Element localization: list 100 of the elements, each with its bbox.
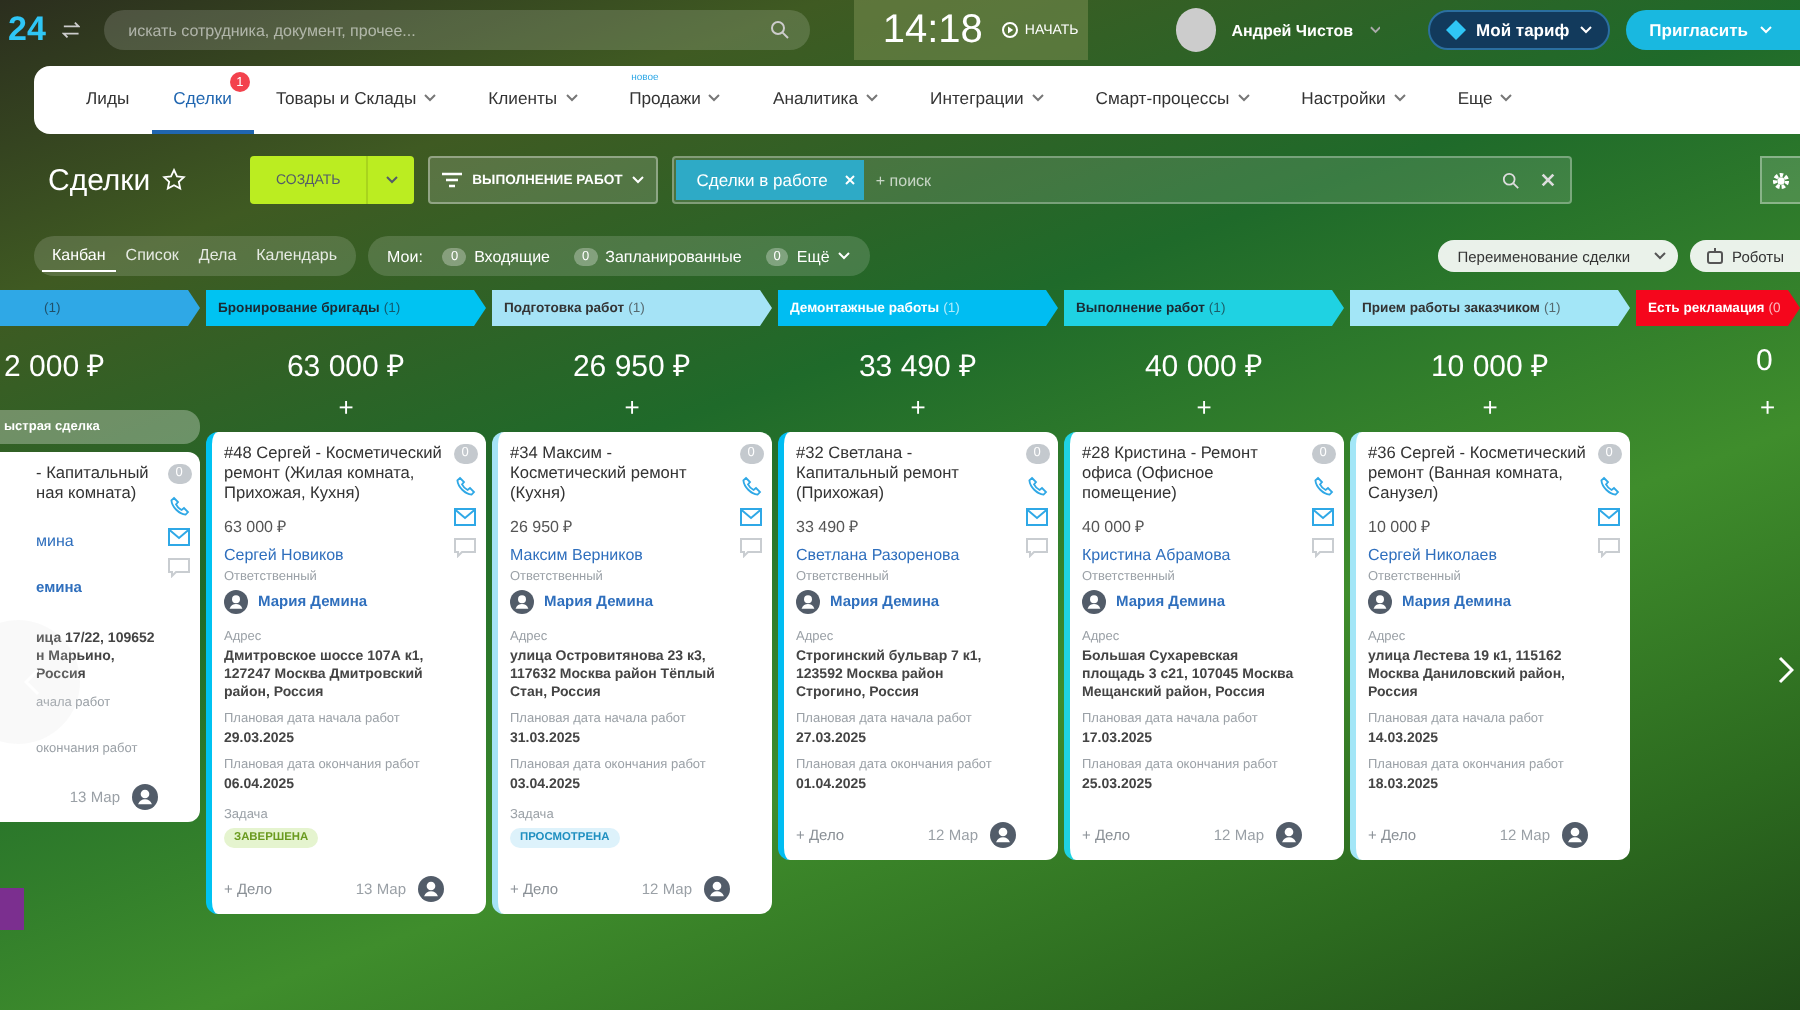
add-deal-button[interactable]: + [1350,392,1630,424]
deal-card[interactable] [206,432,486,915]
phone-icon[interactable] [1599,476,1619,496]
deal-title[interactable]: #36 Сергей - Косметический ремонт (Ванная комната, Санузел) [1368,444,1588,504]
mail-icon[interactable] [454,508,476,526]
client-link[interactable]: Максим Верников [510,545,730,564]
view-tab[interactable]: Дела [188,240,247,272]
deal-title[interactable]: - Капитальный ная комната) [36,464,158,504]
add-deal-button[interactable]: + [492,392,772,424]
add-deal-button[interactable]: + [778,392,1058,424]
view-tab[interactable]: Список [115,240,189,272]
user-icon [704,876,730,903]
user-avatar[interactable] [1175,8,1216,52]
phone-icon[interactable] [1027,476,1047,496]
deal-card[interactable] [492,432,772,915]
mail-icon[interactable] [1312,508,1334,526]
caret-icon [708,94,721,102]
search-input[interactable]: + поиск [871,169,1495,191]
user-icon [1562,822,1588,849]
deal-title[interactable]: #48 Сергей - Косметический ремонт (Жилая комната, Прихожая, Кухня) [224,444,444,504]
user-icon [990,822,1016,849]
client-link[interactable]: мина [36,531,158,550]
user-icon [1082,589,1106,614]
chat-icon[interactable] [1598,538,1620,558]
user-icon [1276,822,1302,849]
add-deal-button[interactable]: + [1636,392,1800,424]
star-icon[interactable] [162,168,187,192]
mail-icon[interactable] [740,508,762,526]
plan-button[interactable]: Мой тариф [1428,10,1610,50]
logo[interactable]: 24 [8,10,46,50]
search-icon [770,20,791,40]
clear-icon[interactable] [1540,172,1557,188]
deal-amount: 33 490 ₽ [796,515,862,536]
search-icon[interactable] [1502,171,1521,189]
mail-icon[interactable] [1598,508,1620,526]
caret-icon [1500,94,1513,102]
add-deal-button[interactable]: + [1064,392,1344,424]
deal-card[interactable] [1350,432,1630,861]
scroll-right-button[interactable] [1776,652,1796,688]
deal-amount: 10 000 ₽ [1368,515,1434,536]
chat-icon[interactable] [1026,538,1048,558]
caret-icon [424,94,437,102]
stage-total: 40 000 ₽ [1142,348,1266,384]
nav-tab[interactable]: Аналитика [750,66,901,134]
client-link[interactable]: Сергей Новиков [224,545,444,564]
filter-tag[interactable]: Сделки в работе [676,160,864,200]
client-link[interactable]: Светлана Разоренова [796,545,1016,564]
phone-icon[interactable] [1313,476,1333,496]
swap-icon[interactable] [61,20,81,40]
caret-icon [565,94,578,102]
stage-total: 10 000 ₽ [1428,348,1552,384]
settings-button[interactable] [1760,156,1800,204]
client-link[interactable]: Кристина Абрамова [1082,545,1302,564]
caret-icon [866,94,879,102]
nav-tab[interactable]: Настройки [1279,66,1428,134]
stage-total: 2 000 ₽ [2,348,108,384]
mail-icon[interactable] [1026,508,1048,526]
deal-amount: 63 000 ₽ [224,515,290,536]
chat-icon[interactable] [454,538,476,558]
close-icon[interactable] [843,174,856,186]
stage-total: 33 490 ₽ [856,348,980,384]
caret-icon [1393,94,1406,102]
nav-tab[interactable]: Товары и Склады [253,66,459,134]
user-icon [418,876,444,903]
phone-icon[interactable] [741,476,761,496]
chevron-right-icon [1778,656,1794,684]
add-deal-button[interactable]: + [206,392,486,424]
nav-tab[interactable]: Клиенты [466,66,600,134]
deal-title[interactable]: #34 Максим - Косметический ремонт (Кухня) [510,444,730,504]
phone-icon[interactable] [169,496,189,516]
mail-icon[interactable] [168,528,190,546]
caret-icon [385,176,398,184]
caret-icon [837,252,850,260]
page-title: Сделки [48,163,151,197]
chat-icon[interactable] [740,538,762,558]
deal-title[interactable]: #28 Кристина - Ремонт офиса (Офисное помещение) [1082,444,1302,504]
client-link[interactable]: Сергей Николаев [1368,545,1588,564]
caret-icon [1237,94,1250,102]
deal-card[interactable] [1064,432,1344,861]
view-tab[interactable]: Канбан [42,240,116,272]
phone-icon[interactable] [455,476,475,496]
view-tab[interactable]: Календарь [246,240,348,272]
counters-label: Мои: [385,247,425,265]
deal-title[interactable]: #32 Светлана - Капитальный ремонт (Прихожая) [796,444,1016,504]
nav-tab[interactable]: Смарт-процессы [1073,66,1272,134]
clock-time: 14:18 [882,7,983,53]
nav-tab[interactable]: Еще [1435,66,1535,134]
play-icon [1002,22,1019,38]
chat-icon[interactable] [1312,538,1334,558]
deal-card[interactable] [778,432,1058,861]
search-input[interactable]: искать сотрудника, документ, прочее... [124,19,771,41]
chat-icon[interactable] [168,558,190,578]
deal-amount: 26 950 ₽ [510,515,576,536]
filter-search-field[interactable]: Сделки в работе + поиск [672,156,1573,204]
nav-tab[interactable]: Интеграции [908,66,1066,134]
user-name[interactable]: Андрей Чистов [1231,21,1354,39]
search-field[interactable]: искать сотрудника, документ, прочее... [104,10,811,50]
caret-icon [632,176,645,184]
nav-tab[interactable]: Лиды [64,66,152,134]
user-icon [132,784,158,811]
